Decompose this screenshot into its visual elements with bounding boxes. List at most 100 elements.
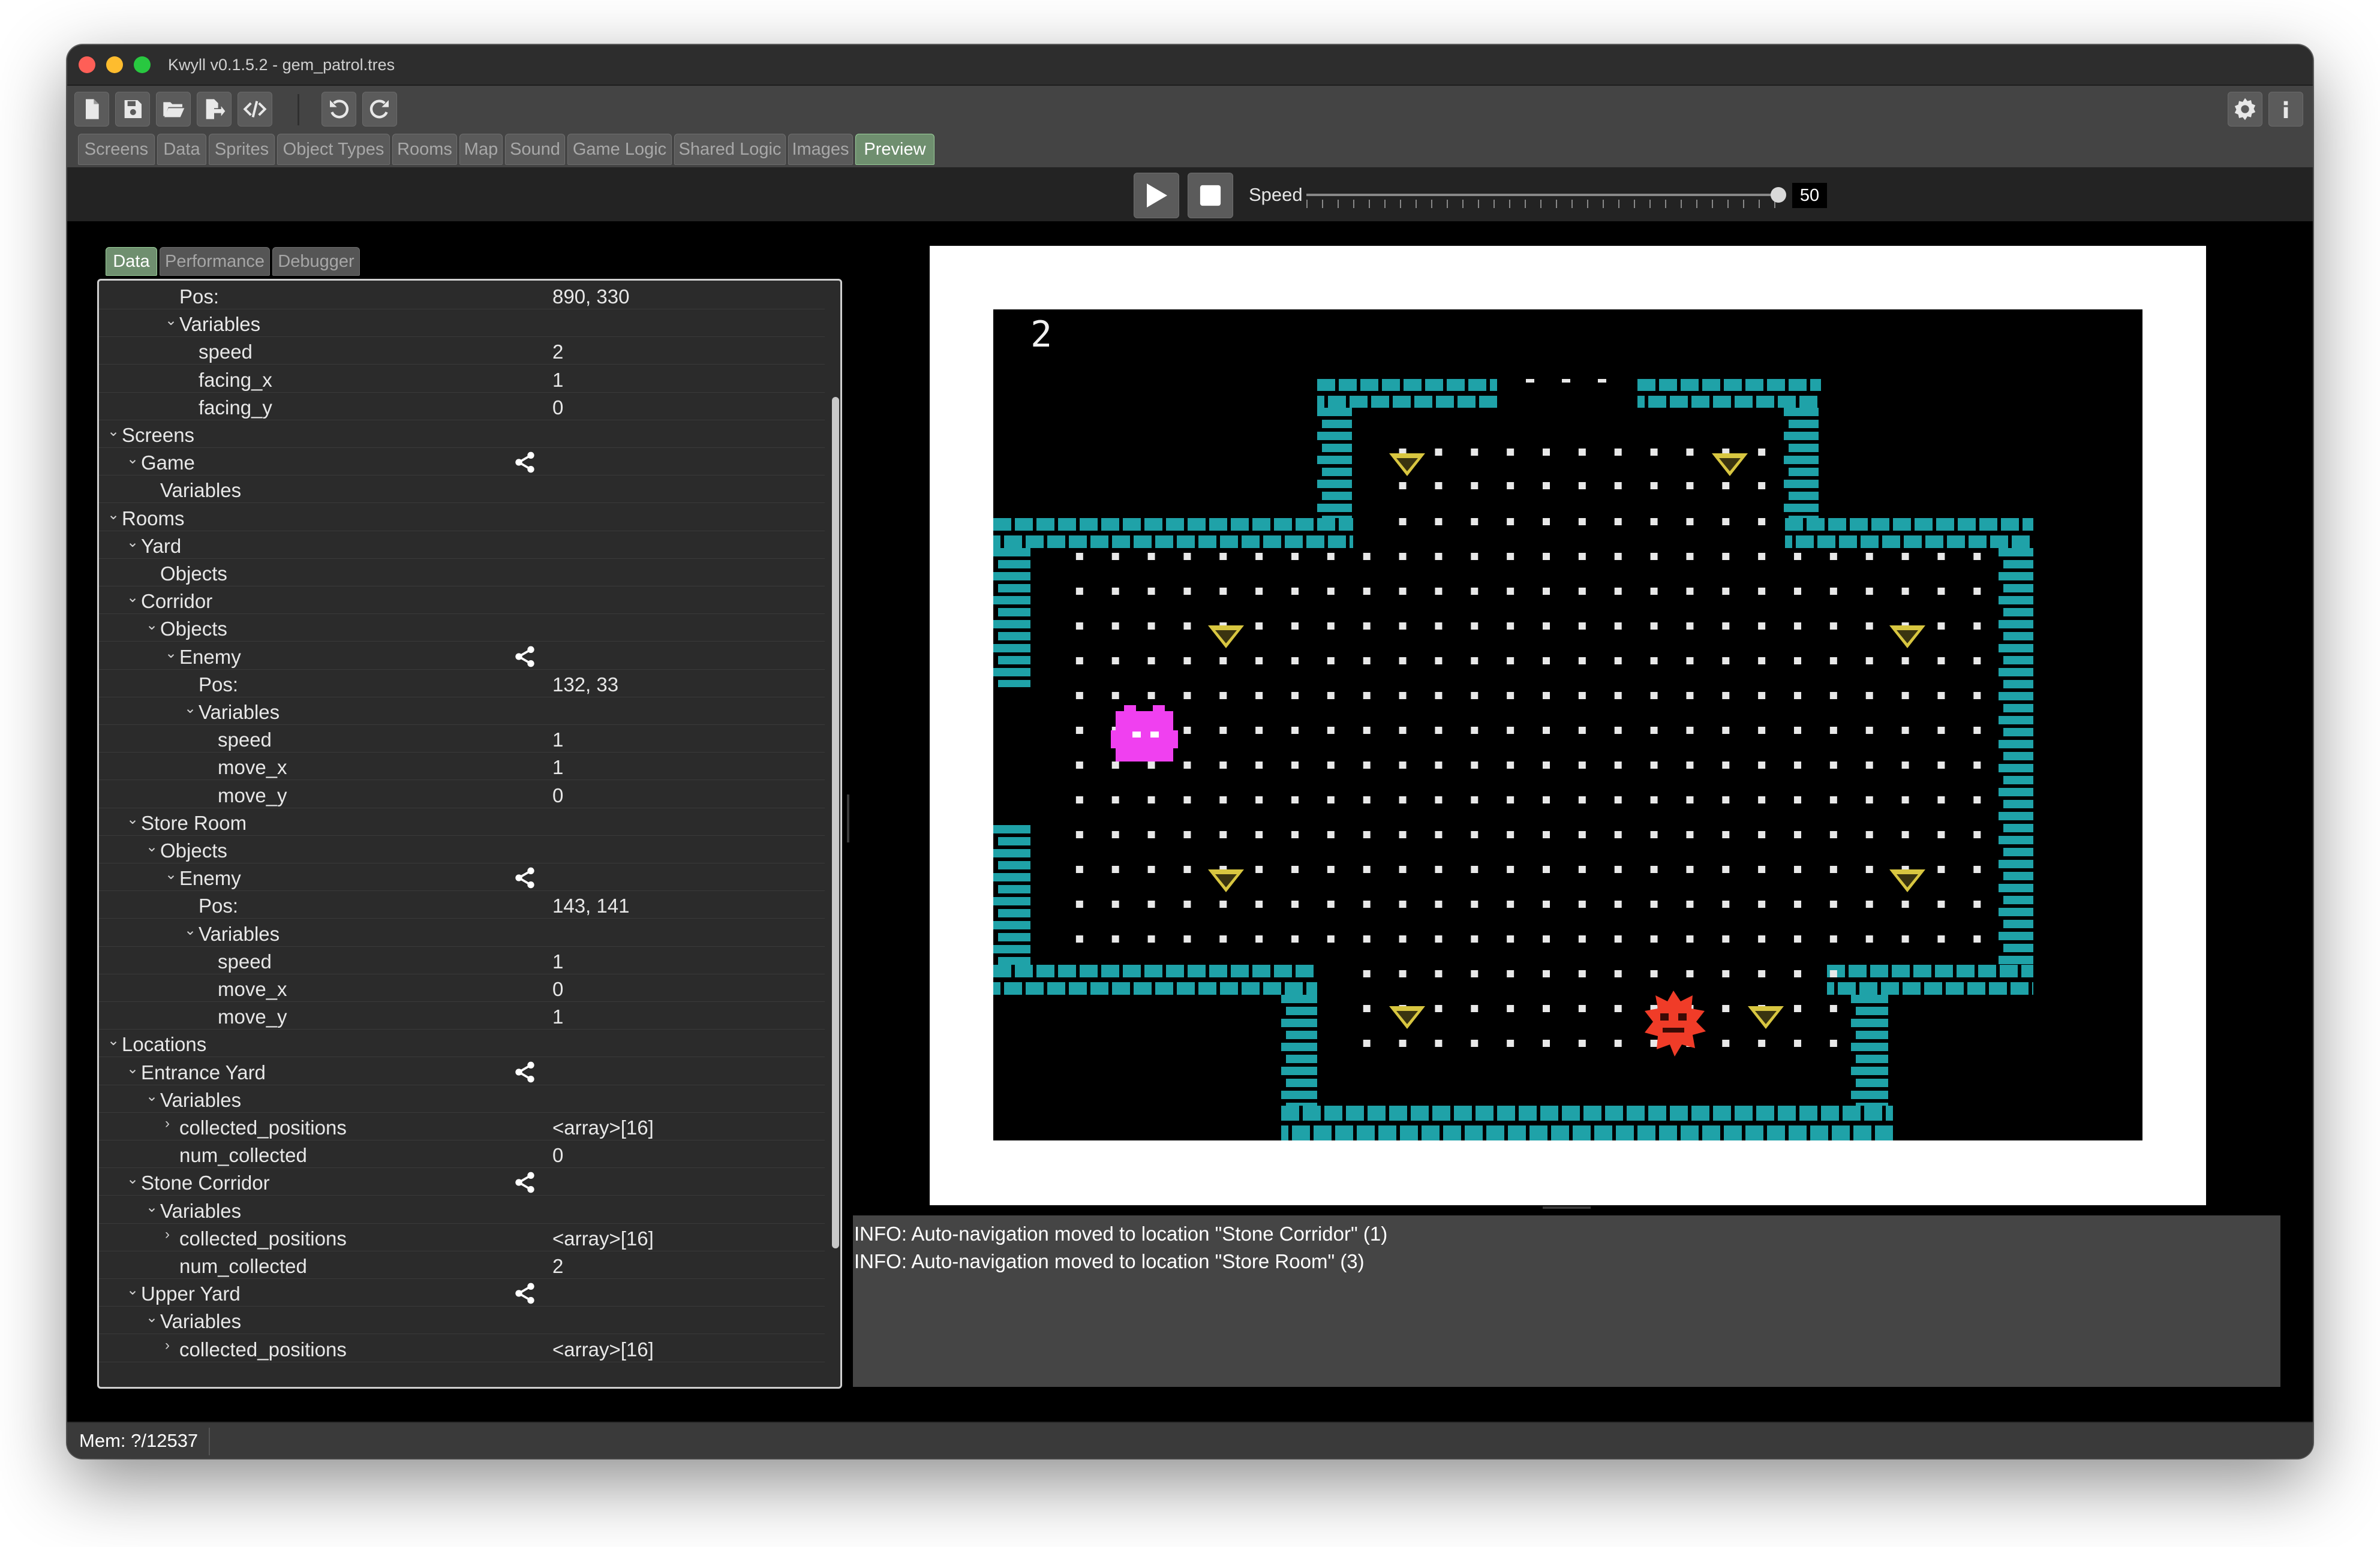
tree-row[interactable]: ⌄ Store Room (99, 808, 825, 836)
chevron-down-icon[interactable]: ⌄ (107, 423, 119, 440)
tab-sound[interactable]: Sound (505, 134, 565, 165)
share-icon[interactable] (513, 1060, 537, 1084)
new-file-button[interactable] (74, 92, 109, 127)
tree-row[interactable]: ⌄ Enemy (99, 863, 825, 892)
tree-row[interactable]: ⌄ Screens (99, 420, 825, 448)
chevron-down-icon[interactable]: ⌄ (146, 1088, 158, 1105)
console-splitter[interactable] (1543, 1206, 1591, 1209)
tree-row[interactable]: ⌄ Variables (99, 1196, 825, 1224)
tab-game-logic[interactable]: Game Logic (567, 134, 672, 165)
share-icon[interactable] (513, 866, 537, 890)
undo-button[interactable] (321, 92, 356, 127)
chevron-down-icon[interactable]: ⌄ (146, 1309, 158, 1326)
chevron-down-icon[interactable]: ⌄ (184, 922, 196, 939)
tree-row[interactable]: num_collected 2 (99, 1251, 825, 1279)
tree-row[interactable]: ⌄ Enemy (99, 642, 825, 670)
tree-row[interactable]: speed 1 (99, 725, 825, 753)
chevron-down-icon[interactable]: ⌄ (127, 1170, 139, 1188)
tree-scrollbar[interactable] (832, 397, 839, 1248)
tree-row[interactable]: facing_x 1 (99, 365, 825, 393)
tree-row[interactable]: ⌄ Corridor (99, 586, 825, 615)
tree-row[interactable]: ⌄ Locations (99, 1030, 825, 1058)
tree-row[interactable]: num_collected 0 (99, 1140, 825, 1169)
tab-screens[interactable]: Screens (78, 134, 155, 165)
tree-row[interactable]: ⌄ Objects (99, 614, 825, 642)
chevron-right-icon[interactable]: › (165, 1115, 170, 1132)
speed-slider-handle[interactable] (1771, 187, 1786, 203)
play-button[interactable] (1134, 173, 1179, 218)
share-icon[interactable] (513, 1170, 537, 1194)
tree-row[interactable]: Pos: 890, 330 (99, 282, 825, 309)
chevron-down-icon[interactable]: ⌄ (165, 866, 177, 883)
tab-left-data[interactable]: Data (106, 247, 157, 276)
chevron-down-icon[interactable]: ⌄ (127, 1281, 139, 1299)
export-button[interactable] (197, 92, 232, 127)
tab-shared-logic[interactable]: Shared Logic (674, 134, 786, 165)
chevron-down-icon[interactable]: ⌄ (107, 506, 119, 523)
chevron-down-icon[interactable]: ⌄ (127, 450, 139, 468)
share-icon[interactable] (513, 1281, 537, 1305)
tree-row[interactable]: ⌄ Objects (99, 836, 825, 863)
minimize-window-button[interactable] (106, 56, 123, 73)
zoom-window-button[interactable] (134, 56, 151, 73)
tab-sprites[interactable]: Sprites (209, 134, 275, 165)
tree-row[interactable]: ⌄ Entrance Yard (99, 1058, 825, 1085)
share-icon[interactable] (513, 450, 537, 474)
chevron-down-icon[interactable]: ⌄ (127, 534, 139, 551)
speed-slider[interactable] (1306, 194, 1778, 196)
chevron-right-icon[interactable]: › (165, 1337, 170, 1354)
tree-row[interactable]: facing_y 0 (99, 393, 825, 420)
tree-row[interactable]: move_y 0 (99, 781, 825, 808)
tree-row[interactable]: ⌄ Upper Yard (99, 1279, 825, 1307)
tree-row[interactable]: ⌄ Variables (99, 309, 825, 338)
tree-row[interactable]: ⌄ Variables (99, 1085, 825, 1113)
chevron-down-icon[interactable]: ⌄ (127, 811, 139, 828)
tree-row[interactable]: ⌄ Variables (99, 697, 825, 725)
chevron-right-icon[interactable]: › (165, 1226, 170, 1243)
save-button[interactable] (115, 92, 150, 127)
close-window-button[interactable] (79, 56, 95, 73)
stop-button[interactable] (1188, 173, 1233, 218)
code-button[interactable] (238, 92, 272, 127)
tree-row[interactable]: move_y 1 (99, 1002, 825, 1030)
tab-preview[interactable]: Preview (855, 134, 934, 165)
tree-row[interactable]: Objects (99, 559, 825, 586)
panel-divider[interactable] (847, 794, 849, 842)
tree-row[interactable]: ⌄ Rooms (99, 504, 825, 531)
tab-performance[interactable]: Performance (160, 247, 270, 276)
tree-row[interactable]: ⌄ Variables (99, 919, 825, 947)
tree-row[interactable]: › collected_positions <array>[16] (99, 1335, 825, 1362)
tree-row[interactable]: Pos: 143, 141 (99, 891, 825, 919)
info-button[interactable] (2268, 92, 2303, 127)
tab-debugger[interactable]: Debugger (272, 247, 360, 276)
tree-row[interactable]: Pos: 132, 33 (99, 670, 825, 697)
chevron-down-icon[interactable]: ⌄ (127, 589, 139, 606)
tab-images[interactable]: Images (788, 134, 853, 165)
tree-row[interactable]: › collected_positions <array>[16] (99, 1113, 825, 1140)
tab-rooms[interactable]: Rooms (392, 134, 457, 165)
chevron-down-icon[interactable]: ⌄ (146, 616, 158, 634)
tree-row[interactable]: move_x 1 (99, 753, 825, 781)
chevron-down-icon[interactable]: ⌄ (127, 1060, 139, 1078)
redo-button[interactable] (362, 92, 397, 127)
tree-row[interactable]: move_x 0 (99, 974, 825, 1002)
tab-map[interactable]: Map (459, 134, 503, 165)
open-button[interactable] (156, 92, 191, 127)
chevron-down-icon[interactable]: ⌄ (184, 700, 196, 717)
tree-row[interactable]: ⌄ Stone Corridor (99, 1168, 825, 1196)
game-canvas[interactable]: 2 (993, 309, 2142, 1140)
settings-button[interactable] (2228, 92, 2262, 127)
tree-row[interactable]: speed 2 (99, 337, 825, 365)
tree-row[interactable]: ⌄ Yard (99, 531, 825, 559)
tree-row[interactable]: › collected_positions <array>[16] (99, 1224, 825, 1251)
share-icon[interactable] (513, 645, 537, 669)
chevron-down-icon[interactable]: ⌄ (165, 645, 177, 662)
tree-row[interactable]: Variables (99, 475, 825, 504)
chevron-down-icon[interactable]: ⌄ (146, 1199, 158, 1216)
tab-object-types[interactable]: Object Types (277, 134, 390, 165)
chevron-down-icon[interactable]: ⌄ (107, 1032, 119, 1049)
tree-row[interactable]: ⌄ Game (99, 448, 825, 476)
tree-row[interactable]: speed 1 (99, 947, 825, 974)
tree-row[interactable]: ⌄ Variables (99, 1307, 825, 1335)
tab-data[interactable]: Data (157, 134, 206, 165)
